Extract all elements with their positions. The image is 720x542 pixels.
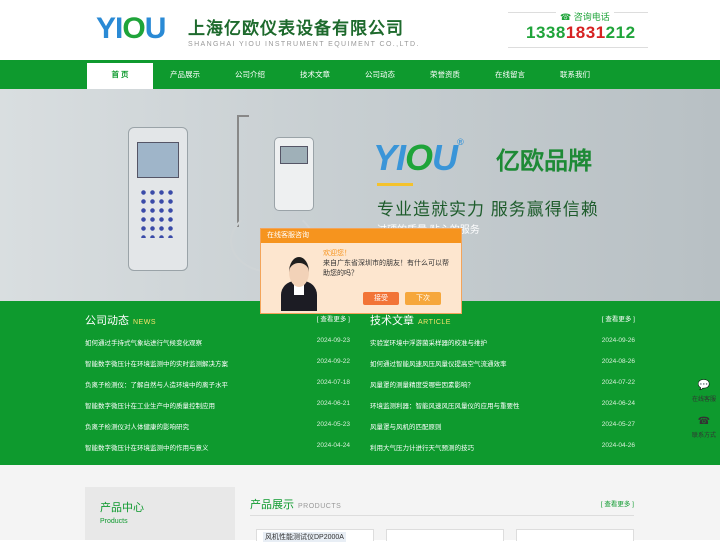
company-name-block: 上海亿欧仪表设备有限公司 SHANGHAI YIOU INSTRUMENT EQ… — [188, 14, 420, 48]
agent-face — [289, 257, 309, 287]
tech-articles-title: 技术文章 ARTICLE — [370, 315, 451, 327]
list-item[interactable]: 负离子检测仪对人体健康的影响研究 2024-05-23 — [85, 421, 350, 442]
chat-later-button[interactable]: 下次 — [405, 292, 441, 305]
handheld-meter-image — [128, 127, 188, 271]
nav-honors[interactable]: 荣誉资质 — [412, 60, 478, 89]
company-name-en: SHANGHAI YIOU INSTRUMENT EQUIMENT CO.,LT… — [188, 41, 420, 48]
list-item[interactable]: 智能数字微压计在环境监测中的作用与意义 2024-04-24 — [85, 442, 350, 463]
list-item[interactable]: 智能数字微压计在工业生产中的质量控制应用 2024-06-21 — [85, 400, 350, 421]
company-name-cn: 上海亿欧仪表设备有限公司 — [188, 19, 404, 38]
hotline-label: ☎ 咨询电话 — [556, 10, 614, 23]
product-center-box: 产品中心 Products — [85, 487, 235, 540]
meter-screen — [137, 142, 179, 178]
products-section: 产品中心 Products 产品展示 PRODUCTS [ 查看更多 ] 风机性能… — [0, 465, 720, 542]
list-item[interactable]: 风量罩的测量精度受哪些因素影响？ 2024-07-22 — [370, 379, 635, 400]
list-item[interactable]: 环境监测利器：智能风速风压风量仪的应用与重要性 2024-06-24 — [370, 400, 635, 421]
nav-contact[interactable]: 联系我们 — [542, 60, 608, 89]
phone-icon: ☎ — [697, 416, 711, 427]
chat-message: 欢迎您！ 来自广东省深圳市的朋友！有什么可以帮助您的吗？ — [323, 249, 455, 279]
nav-home[interactable]: 首 页 — [87, 63, 153, 89]
nav-news[interactable]: 公司动态 — [347, 60, 413, 89]
products-more-link[interactable]: [ 查看更多 ] — [601, 498, 634, 508]
product-card[interactable] — [516, 529, 634, 541]
hotline-number[interactable]: 13381831212 — [526, 23, 636, 43]
list-item[interactable]: 如何通过手持式气象站进行气候变化观察 2024-09-23 — [85, 337, 350, 358]
manometer-image — [274, 137, 314, 211]
chat-accept-button[interactable]: 接受 — [363, 292, 399, 305]
side-contact[interactable]: ☎ 联系方式 — [688, 416, 720, 452]
chat-greeting: 欢迎您！ — [323, 250, 351, 257]
company-logo[interactable]: YIOU — [96, 12, 166, 46]
phone-icon: ☎ — [560, 12, 572, 22]
probe-rod — [237, 117, 239, 227]
nav-about[interactable]: 公司介绍 — [217, 60, 283, 89]
product-card-caption[interactable]: 风机性能测试仪DP2000A — [263, 532, 346, 542]
company-news-title: 公司动态 NEWS — [85, 315, 156, 327]
products-title: 产品展示 PRODUCTS — [250, 499, 342, 511]
tech-articles-more-link[interactable]: [ 查看更多 ] — [602, 313, 635, 323]
list-item[interactable]: 如何通过智能风速风压风量仪提高空气流通效率 2024-08-26 — [370, 358, 635, 379]
list-item[interactable]: 利用大气压力计进行天气预测的技巧 2024-04-26 — [370, 442, 635, 463]
product-card[interactable] — [386, 529, 504, 541]
list-item[interactable]: 实验室环境中浮游菌采样器的校准与维护 2024-09-26 — [370, 337, 635, 358]
nav-articles[interactable]: 技术文章 — [282, 60, 348, 89]
chat-title: 在线客服咨询 — [261, 229, 461, 243]
divider — [250, 515, 634, 516]
banner-accent-bar — [377, 183, 413, 186]
manometer-screen — [280, 146, 308, 164]
logo-wordmark: YIOU — [96, 12, 166, 45]
company-news-more-link[interactable]: [ 查看更多 ] — [317, 313, 350, 323]
tech-articles-list: 实验室环境中浮游菌采样器的校准与维护 2024-09-26 如何通过智能风速风压风… — [370, 337, 635, 463]
list-item[interactable]: 风量罩与风机的匹配原则 2024-05-27 — [370, 421, 635, 442]
products-header: 产品展示 PRODUCTS [ 查看更多 ] — [250, 495, 634, 513]
site-header: YIOU 上海亿欧仪表设备有限公司 SHANGHAI YIOU INSTRUME… — [0, 0, 720, 60]
product-center-title: 产品中心 — [100, 502, 144, 514]
side-online-service[interactable]: 💬 在线客服 — [688, 380, 720, 416]
banner-slogan: 专业造就实力 服务赢得信赖 — [377, 200, 599, 219]
list-item[interactable]: 智能数字微压计在环境监测中的实时监测解决方案 2024-09-22 — [85, 358, 350, 379]
support-agent-avatar — [279, 251, 319, 311]
live-chat-popup: 在线客服咨询 欢迎您！ 来自广东省深圳市的朋友！有什么可以帮助您的吗？ 接受 下… — [260, 228, 462, 314]
product-card[interactable]: 风机性能测试仪DP2000A — [256, 529, 374, 542]
banner-brand-cn: 亿欧品牌 — [496, 148, 592, 175]
nav-message[interactable]: 在线留言 — [477, 60, 543, 89]
list-item[interactable]: 负离子检测仪：了解自然与人造环境中的离子水平 2024-07-18 — [85, 379, 350, 400]
news-section: 公司动态 NEWS [ 查看更多 ] 如何通过手持式气象站进行气候变化观察 2024… — [0, 301, 720, 465]
banner-brand-logo: YIOU® — [373, 137, 464, 178]
main-nav: 首 页 产品展示 公司介绍 技术文章 公司动态 荣誉资质 在线留言 联系我们 — [0, 60, 720, 89]
side-toolbar: 💬 在线客服 ☎ 联系方式 — [688, 380, 720, 452]
product-center-subtitle: Products — [100, 518, 128, 525]
meter-keypad — [139, 188, 175, 238]
nav-products[interactable]: 产品展示 — [152, 60, 218, 89]
chat-icon: 💬 — [697, 380, 711, 391]
company-news-list: 如何通过手持式气象站进行气候变化观察 2024-09-23 智能数字微压计在环境监… — [85, 337, 350, 463]
chat-text: 来自广东省深圳市的朋友！有什么可以帮助您的吗？ — [323, 260, 449, 277]
hotline-block: ☎ 咨询电话 13381831212 — [508, 10, 648, 48]
